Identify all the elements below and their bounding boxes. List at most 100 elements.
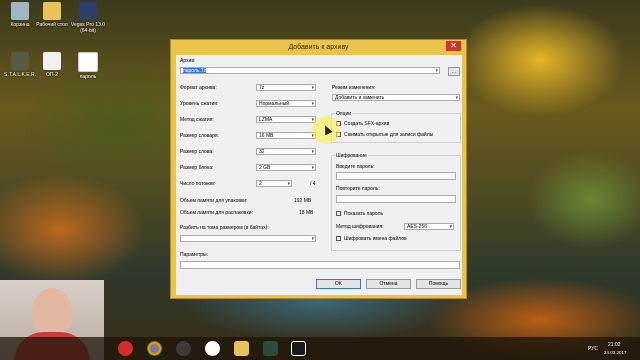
document-icon (43, 52, 61, 70)
desktop-icon-label: S.T.A.L.K.E.R. (4, 72, 36, 78)
method-label: Метод сжатия: (180, 117, 214, 123)
dialog-titlebar[interactable]: Добавить к архиву ✕ (171, 40, 466, 55)
threads-max: / 4 (310, 181, 316, 187)
chevron-down-icon: ▾ (455, 95, 458, 101)
word-label: Размер слова: (180, 149, 214, 155)
encrypt-names-label: Шифровать имена файлов (344, 236, 407, 242)
desktop-icon-password[interactable]: пароль (70, 52, 106, 80)
block-label: Размер блока: (180, 165, 214, 171)
level-label: Уровень сжатия: (180, 101, 219, 107)
cancel-button[interactable]: Отмена (366, 279, 411, 289)
chevron-down-icon: ▾ (311, 149, 314, 155)
chevron-down-icon: ▾ (311, 101, 314, 107)
ok-button[interactable]: OK (316, 279, 361, 289)
enc-method-select[interactable]: AES-256 ▾ (404, 223, 454, 230)
shared-files-label: Сжимать открытые для записи файлы (344, 132, 434, 138)
password-repeat-label: Повторите пароль: (336, 186, 380, 192)
method-value: LZMA (259, 117, 273, 123)
options-group: Опции (331, 111, 461, 143)
threads-value: 2 (259, 181, 262, 187)
desktop-folder-icon (43, 2, 61, 20)
password-input[interactable] (336, 172, 456, 180)
browse-button[interactable]: ... (448, 67, 460, 76)
taskbar: РУС 21:02 24.03.2017 (0, 337, 640, 360)
sfx-label: Создать SFX-архив (344, 121, 390, 127)
encryption-title: Шифрование (335, 153, 368, 159)
media-icon[interactable] (176, 341, 191, 356)
desktop-icon-stalker[interactable]: S.T.A.L.K.E.R. (2, 52, 38, 78)
desktop-icon-label: ОП-2 (46, 72, 58, 78)
desktop-icon-vegas[interactable]: Vegas Pro 13.0 (64-bit) (70, 2, 106, 34)
video-icon[interactable] (263, 341, 278, 356)
help-button[interactable]: Помощь (416, 279, 461, 289)
stalker-icon (11, 52, 29, 70)
desktop-icon-label: Vegas Pro 13.0 (64-bit) (70, 22, 106, 34)
chevron-down-icon: ▾ (311, 165, 314, 171)
chrome-icon[interactable] (147, 341, 162, 356)
mem-pack-label: Объем памяти для упаковки: (180, 198, 248, 204)
desktop-icon-recycle-bin[interactable]: Корзина (2, 2, 38, 28)
block-select[interactable]: 2 GB ▾ (256, 164, 316, 171)
text-file-icon (78, 52, 98, 72)
threads-select[interactable]: 2 ▾ (256, 180, 292, 187)
7zip-icon[interactable] (291, 341, 306, 356)
mem-pack-value: 192 MB (294, 198, 312, 204)
mode-label: Режим изменения: (332, 85, 376, 91)
level-select[interactable]: Нормальный ▾ (256, 100, 316, 107)
format-select[interactable]: 7z ▾ (256, 84, 316, 91)
enc-method-label: Метод шифрования: (336, 224, 384, 230)
archive-label: Архив: (180, 58, 196, 64)
clock-date[interactable]: 24.03.2017 (604, 350, 627, 355)
clock-time[interactable]: 21:02 (608, 342, 621, 348)
level-value: Нормальный (259, 101, 290, 107)
mode-select[interactable]: Добавить и заменить ▾ (332, 94, 460, 101)
archive-path-value: пароль.7z (183, 68, 207, 74)
language-indicator[interactable]: РУС (588, 346, 598, 352)
threads-label: Число потоков: (180, 181, 216, 187)
dialog-client: Архив: пароль.7z ▾ ... Формат архива: 7z… (176, 55, 462, 295)
desktop-icon-label: Корзина (10, 22, 30, 28)
params-label: Параметры: (180, 252, 209, 258)
chevron-down-icon: ▾ (311, 85, 314, 91)
block-value: 2 GB (259, 165, 271, 171)
folder-icon[interactable] (234, 341, 249, 356)
encrypt-names-checkbox[interactable] (336, 236, 341, 241)
desktop-icon-op2[interactable]: ОП-2 (34, 52, 70, 78)
show-password-label: Показать пароль (344, 211, 384, 217)
dict-select[interactable]: 16 MB▾ (256, 132, 316, 139)
desktop-icon-label: Рабочий стол (36, 22, 68, 28)
password-repeat-input[interactable] (336, 195, 456, 203)
mode-value: Добавить и заменить (335, 95, 385, 101)
split-select[interactable]: ▾ (180, 235, 316, 242)
archive-path-input[interactable]: пароль.7z ▾ (180, 67, 440, 74)
chevron-down-icon: ▾ (449, 224, 452, 230)
add-to-archive-dialog: Добавить к архиву ✕ Архив: пароль.7z ▾ .… (170, 39, 467, 299)
desktop-icon-workspace[interactable]: Рабочий стол (34, 2, 70, 28)
recycle-bin-icon (11, 2, 29, 20)
desktop-icon-label: пароль (79, 74, 97, 80)
dict-label: Размер словаря: (180, 133, 220, 139)
word-select[interactable]: 32 ▾ (256, 148, 316, 155)
format-value: 7z (259, 85, 265, 91)
mem-unpack-value: 18 MB (299, 210, 314, 216)
presenter-face (32, 288, 72, 338)
format-label: Формат архива: (180, 85, 217, 91)
yandex-icon[interactable] (205, 341, 220, 356)
options-title: Опции (335, 111, 353, 117)
show-password-checkbox[interactable] (336, 211, 341, 216)
opera-icon[interactable] (118, 341, 133, 356)
split-label: Разбить на тома размером (в байтах): (180, 225, 269, 231)
enc-method-value: AES-256 (407, 224, 428, 230)
word-value: 32 (259, 149, 265, 155)
password-label: Введите пароль: (336, 164, 375, 170)
vegas-icon (79, 2, 97, 20)
chevron-down-icon: ▾ (311, 236, 314, 242)
method-select[interactable]: LZMA ▾ (256, 116, 316, 123)
params-input[interactable] (180, 261, 460, 269)
mem-unpack-label: Объем памяти для распаковки: (180, 210, 253, 216)
dialog-title: Добавить к архиву (288, 44, 349, 51)
chevron-down-icon: ▾ (435, 68, 438, 74)
close-button[interactable]: ✕ (446, 41, 461, 51)
desktop: Корзина Рабочий стол Vegas Pro 13.0 (64-… (0, 0, 640, 360)
dict-value: 16 MB (259, 133, 274, 139)
